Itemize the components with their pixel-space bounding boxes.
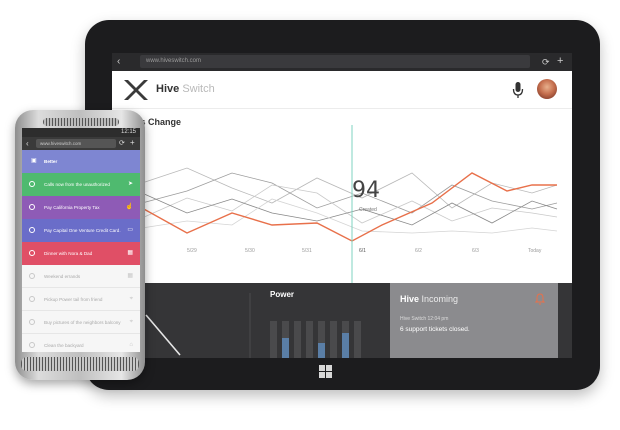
task-checkbox[interactable] (29, 227, 35, 233)
back-icon[interactable]: ‹ (117, 55, 120, 69)
created-count: 94 (352, 178, 380, 203)
power-title: Power (270, 290, 295, 299)
series-line-gray-2 (141, 172, 558, 214)
app-header: Hive Switch (112, 71, 572, 109)
task-checkbox[interactable] (29, 296, 35, 302)
calendar-icon[interactable]: ▦ (127, 249, 133, 258)
x-tick-current: 6/1 (359, 248, 366, 254)
reload-icon[interactable]: ⟳ (542, 55, 550, 69)
location-icon[interactable]: ⌖ (130, 295, 133, 304)
tablet-screen: ‹ www.hiveswitch.com ⟳ + Hive Switch anc… (112, 53, 572, 358)
arrow-icon[interactable]: ➤ (128, 180, 133, 189)
task-checkbox[interactable] (29, 204, 35, 210)
card-subtitle: Hive Switch 12:04 pm (400, 316, 449, 322)
task-checkbox[interactable] (29, 273, 35, 279)
speaker-grill-bottom (21, 357, 139, 371)
new-tab-icon[interactable]: + (130, 137, 135, 148)
power-bar (318, 321, 325, 343)
list-header-label: Better (44, 159, 58, 164)
task-text: Pay Capital One Venture Credit Card. (44, 228, 121, 233)
phone-url-text: www.hiveswitch.com (40, 141, 82, 146)
task-item[interactable]: Pay Capital One Venture Credit Card. ▭ (22, 219, 140, 242)
series-line-accent (141, 172, 557, 242)
task-item[interactable]: Dinner with Nora & Dad ▦ (22, 242, 140, 265)
task-text: Dinner with Nora & Dad (44, 251, 93, 256)
x-tick: 5/31 (302, 248, 312, 254)
task-checkbox[interactable] (29, 319, 35, 325)
created-label: Created (359, 207, 377, 213)
x-tick: 6/3 (472, 248, 479, 254)
task-item[interactable]: Calls now from the unauthorized ➤ (22, 173, 140, 196)
power-bar-fill (318, 343, 325, 358)
hand-icon[interactable]: ☝ (126, 203, 133, 212)
task-checkbox[interactable] (29, 181, 35, 187)
card-icon[interactable]: ▭ (127, 226, 133, 235)
lock-icon: ▣ (31, 158, 37, 164)
power-bar (270, 321, 277, 358)
x-tick: 5/29 (187, 248, 197, 254)
power-bar (294, 321, 301, 358)
x-tick: 6/2 (415, 248, 422, 254)
power-bar (342, 321, 349, 333)
task-checkbox[interactable] (29, 342, 35, 348)
new-tab-icon[interactable]: + (557, 54, 563, 68)
series-line-gray-5 (141, 198, 558, 234)
task-item[interactable]: Pickup Power tail from friend ⌖ (22, 288, 140, 311)
phone-screen: 12:15 ‹ www.hiveswitch.com ⟳ + ▣ Better … (22, 128, 140, 352)
avatar[interactable] (537, 79, 557, 99)
status-time: 12:15 (120, 129, 136, 135)
x-tick: 5/30 (245, 248, 255, 254)
calendar-icon[interactable]: ▦ (127, 272, 133, 281)
speaker-grill-top (43, 118, 119, 126)
brand-light: Switch (182, 83, 215, 95)
hive-logo-icon (124, 80, 148, 100)
task-item[interactable]: Clean the backyard ⌂ (22, 334, 140, 352)
reload-icon[interactable]: ⟳ (119, 138, 125, 149)
status-bar: 12:15 (22, 128, 140, 137)
phone-address-bar[interactable]: www.hiveswitch.com (36, 139, 116, 148)
back-icon[interactable]: ‹ (26, 138, 29, 149)
power-bar (354, 321, 361, 358)
microphone-icon[interactable] (512, 81, 524, 99)
task-checkbox[interactable] (29, 250, 35, 256)
task-text: Pickup Power tail from friend (44, 297, 103, 302)
bell-icon[interactable] (535, 293, 545, 305)
task-item[interactable]: Pay California Property Tax ☝ (22, 196, 140, 219)
task-text: Pay California Property Tax (44, 205, 100, 210)
app-brand: Hive Switch (156, 83, 215, 95)
card-title-light: Incoming (421, 294, 459, 304)
power-bar (306, 321, 313, 358)
browser-bar: ‹ www.hiveswitch.com ⟳ + (112, 53, 572, 71)
home-icon[interactable]: ⌂ (129, 341, 133, 350)
power-bars (270, 321, 361, 358)
task-text: Clean the backyard (44, 343, 84, 348)
task-item[interactable]: Buy pictures of the neighbors balcony ⌖ (22, 311, 140, 334)
task-text: Weekend errands (44, 274, 81, 279)
power-bar-fill (282, 338, 289, 358)
power-bar (330, 321, 337, 358)
phone-browser-bar: ‹ www.hiveswitch.com ⟳ + (22, 137, 140, 150)
url-text: www.hiveswitch.com (146, 58, 202, 64)
brand-bold: Hive (156, 83, 180, 95)
hive-incoming-card[interactable]: Hive Incoming Hive Switch 12:04 pm 6 sup… (390, 283, 558, 358)
series-line-gray-4 (141, 192, 558, 226)
task-text: Buy pictures of the neighbors balcony (44, 320, 121, 325)
series-line-gray-3 (141, 184, 558, 224)
diagonal-line (145, 314, 181, 356)
x-tick: Today (528, 248, 542, 254)
card-body: 6 support tickets closed. (400, 326, 470, 333)
card-title-bold: Hive (400, 294, 420, 304)
activity-chart (141, 125, 558, 283)
card-title: Hive Incoming (400, 294, 458, 304)
series-line-gray-1 (141, 167, 558, 209)
list-header[interactable]: ▣ Better (22, 150, 140, 173)
power-bar-fill (342, 333, 349, 358)
location-icon[interactable]: ⌖ (130, 318, 133, 327)
task-item[interactable]: Weekend errands ▦ (22, 265, 140, 288)
address-bar[interactable]: www.hiveswitch.com (140, 55, 530, 68)
power-bar (282, 321, 289, 338)
task-text: Calls now from the unauthorized (44, 182, 110, 187)
windows-logo-icon[interactable] (319, 365, 333, 379)
